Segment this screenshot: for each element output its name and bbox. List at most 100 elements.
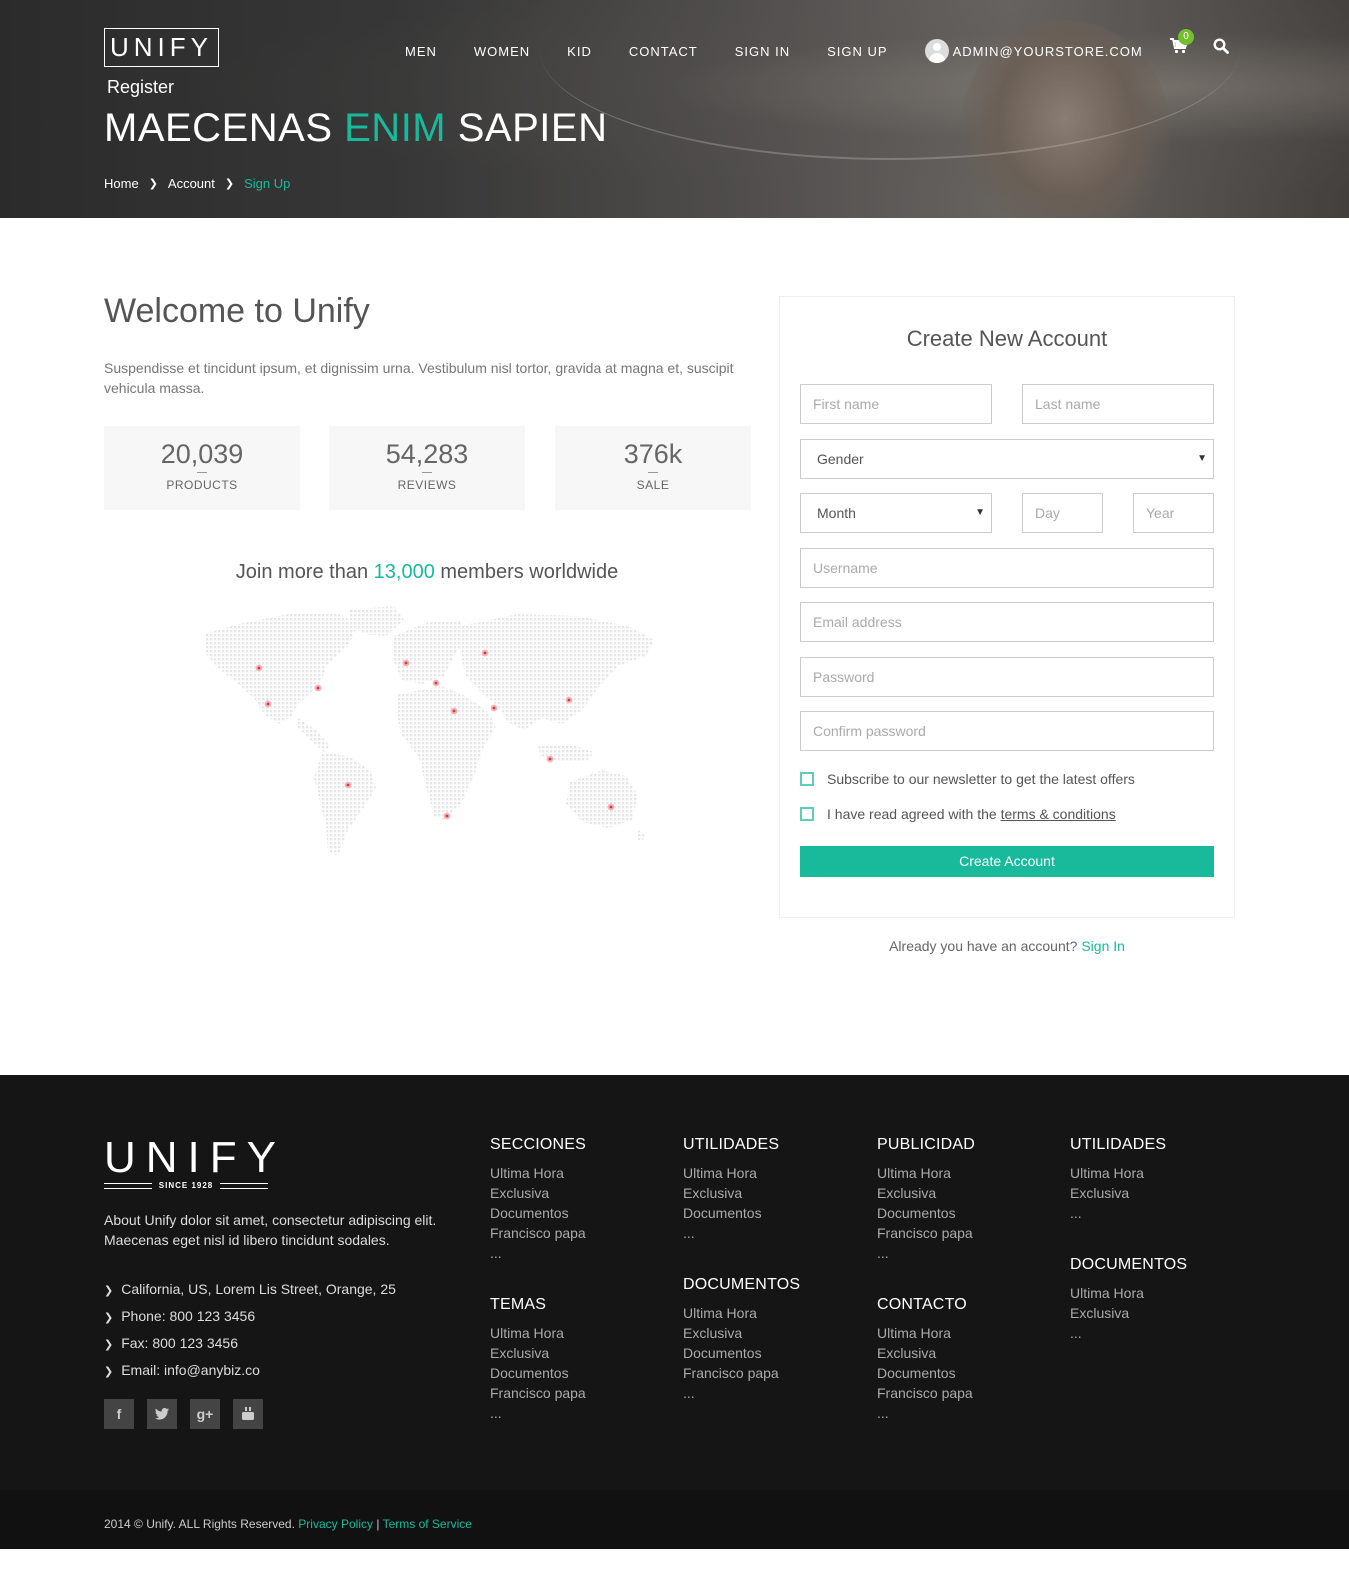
footer-link[interactable]: Francisco papa <box>877 1223 975 1243</box>
footer-link[interactable]: Ultima Hora <box>1070 1163 1166 1183</box>
privacy-policy-link[interactable]: Privacy Policy <box>298 1517 373 1531</box>
email-input[interactable]: Email address <box>800 602 1214 642</box>
footer-col-title: UTILIDADES <box>1070 1136 1167 1153</box>
footer-link[interactable]: Documentos <box>490 1363 586 1383</box>
caret-down-icon: ▼ <box>975 507 985 518</box>
twitter-icon[interactable] <box>147 1399 177 1429</box>
footer-link[interactable]: Exclusiva <box>490 1343 586 1363</box>
footer-link[interactable]: Exclusiva <box>1070 1303 1187 1323</box>
copyright: 2014 © Unify. ALL Rights Reserved. Priva… <box>104 1517 472 1531</box>
footer-phone: ❯ Phone: 800 123 3456 <box>104 1308 255 1324</box>
breadcrumb-home[interactable]: Home <box>104 176 139 191</box>
breadcrumb-account[interactable]: Account <box>168 176 215 191</box>
world-map <box>204 606 654 856</box>
footer-email: ❯ Email: info@anybiz.co <box>104 1362 260 1378</box>
confirm-password-input[interactable]: Confirm password <box>800 711 1214 751</box>
footer-link[interactable]: Ultima Hora <box>683 1303 800 1323</box>
stat-sale: 376k SALE <box>555 426 751 510</box>
footer-link[interactable]: ... <box>877 1243 975 1263</box>
nav-women[interactable]: WOMEN <box>474 44 530 59</box>
footer-link[interactable]: Francisco papa <box>490 1383 586 1403</box>
footer-link[interactable]: ... <box>683 1383 800 1403</box>
footer-link[interactable]: Exclusiva <box>683 1183 779 1203</box>
nav-contact[interactable]: CONTACT <box>629 44 698 59</box>
footer-col-title: CONTACTO <box>877 1296 967 1313</box>
chevron-right-icon: ❯ <box>104 1312 114 1324</box>
youtube-icon[interactable] <box>233 1399 263 1429</box>
footer-link[interactable]: ... <box>1070 1323 1187 1343</box>
hero-title: MAECENAS ENIM SAPIEN <box>104 106 607 151</box>
search-icon[interactable] <box>1213 38 1229 54</box>
main-nav: MEN WOMEN KID CONTACT SIGN IN SIGN UP AD… <box>405 39 1143 63</box>
stat-value: 376k <box>623 439 683 469</box>
newsletter-checkbox[interactable] <box>800 772 814 786</box>
footer-link[interactable]: Ultima Hora <box>1070 1283 1187 1303</box>
footer-col-title: TEMAS <box>490 1296 547 1313</box>
already-account-text: Already you have an account? Sign In <box>779 938 1235 954</box>
nav-kid[interactable]: KID <box>567 44 592 59</box>
footer-link[interactable]: Documentos <box>490 1203 586 1223</box>
day-input[interactable]: Day <box>1022 493 1103 533</box>
terms-link[interactable]: terms & conditions <box>1001 806 1116 822</box>
create-account-button[interactable]: Create Account <box>800 846 1214 877</box>
google-plus-icon[interactable]: g+ <box>190 1399 220 1429</box>
footer-link[interactable]: Ultima Hora <box>877 1323 973 1343</box>
intro-text: Suspendisse et tincidunt ipsum, et digni… <box>104 360 734 396</box>
footer-link[interactable]: Francisco papa <box>490 1223 586 1243</box>
join-count: 13,000 <box>373 561 435 583</box>
hero-title-accent: ENIM <box>344 106 447 150</box>
footer-link[interactable]: ... <box>877 1403 973 1423</box>
nav-sign-up[interactable]: SIGN UP <box>827 44 887 59</box>
terms-of-service-link[interactable]: Terms of Service <box>383 1517 472 1531</box>
username-input[interactable]: Username <box>800 548 1214 588</box>
footer-link[interactable]: ... <box>1070 1203 1166 1223</box>
footer-link[interactable]: Ultima Hora <box>683 1163 779 1183</box>
sign-in-link[interactable]: Sign In <box>1081 938 1125 954</box>
footer-link[interactable]: ... <box>490 1243 586 1263</box>
site-logo[interactable]: UNIFY <box>104 28 219 67</box>
footer-col-title: SECCIONES <box>490 1136 587 1153</box>
copyright-text: 2014 © Unify. ALL Rights Reserved. <box>104 1517 295 1531</box>
footer-col-utilidades: UTILIDADES Ultima Hora Exclusiva Documen… <box>683 1136 779 1243</box>
footer-link[interactable]: Exclusiva <box>877 1343 973 1363</box>
footer-link[interactable]: Ultima Hora <box>877 1163 975 1183</box>
footer-link[interactable]: Exclusiva <box>490 1183 586 1203</box>
nav-sign-in[interactable]: SIGN IN <box>735 44 790 59</box>
footer-link[interactable]: Francisco papa <box>877 1383 973 1403</box>
month-value: Month <box>817 505 856 521</box>
footer-link[interactable]: Francisco papa <box>683 1363 800 1383</box>
already-label: Already you have an account? <box>889 938 1078 954</box>
first-name-input[interactable]: First name <box>800 384 992 424</box>
nav-men[interactable]: MEN <box>405 44 437 59</box>
newsletter-label: Subscribe to our newsletter to get the l… <box>827 771 1135 787</box>
footer-link[interactable]: Documentos <box>877 1363 973 1383</box>
footer-link[interactable]: Documentos <box>877 1203 975 1223</box>
footer-link[interactable]: Ultima Hora <box>490 1323 586 1343</box>
footer-link[interactable]: Documentos <box>683 1203 779 1223</box>
separator: | <box>376 1517 380 1531</box>
user-account[interactable]: ADMIN@YOURSTORE.COM <box>924 39 1143 63</box>
password-input[interactable]: Password <box>800 657 1214 697</box>
footer-col-title: DOCUMENTOS <box>1070 1256 1188 1273</box>
breadcrumb-current: Sign Up <box>244 176 291 191</box>
footer-link[interactable]: Exclusiva <box>877 1183 975 1203</box>
newsletter-row: Subscribe to our newsletter to get the l… <box>800 771 1135 787</box>
gender-select[interactable]: Gender ▼ <box>800 439 1214 479</box>
year-input[interactable]: Year <box>1133 493 1214 533</box>
last-name-input[interactable]: Last name <box>1022 384 1214 424</box>
chevron-right-icon: ❯ <box>104 1339 114 1351</box>
footer-link[interactable]: Exclusiva <box>683 1323 800 1343</box>
hero-subtitle: Register <box>107 77 175 97</box>
footer-link[interactable]: Documentos <box>683 1343 800 1363</box>
footer-logo: UNIFY <box>104 1133 286 1182</box>
footer-col-utilidades-2: UTILIDADES Ultima Hora Exclusiva ... <box>1070 1136 1166 1223</box>
facebook-icon[interactable]: f <box>104 1399 134 1429</box>
terms-row: I have read agreed with the terms & cond… <box>800 806 1116 822</box>
footer-link[interactable]: ... <box>490 1403 586 1423</box>
footer-link[interactable]: Ultima Hora <box>490 1163 586 1183</box>
terms-checkbox[interactable] <box>800 807 814 821</box>
month-select[interactable]: Month ▼ <box>800 493 992 533</box>
footer-link[interactable]: Exclusiva <box>1070 1183 1166 1203</box>
footer-link[interactable]: ... <box>683 1223 779 1243</box>
email-text[interactable]: Email: info@anybiz.co <box>121 1362 260 1378</box>
